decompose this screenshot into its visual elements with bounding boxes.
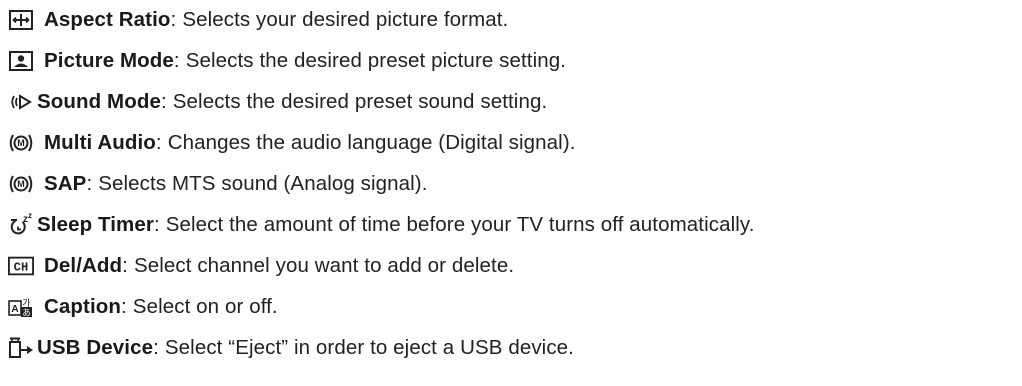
ch-del-add-icon-text: CH — [14, 261, 29, 275]
item-colon: : — [153, 213, 160, 236]
item-colon: : — [160, 90, 167, 113]
item-colon: : — [86, 172, 93, 195]
list-item-multi-audio: M Multi Audio: Changes the audio languag… — [8, 127, 576, 159]
item-label: Picture Mode — [44, 49, 174, 72]
usb-device-icon — [8, 337, 34, 359]
item-description: Selects the desired preset picture setti… — [185, 49, 567, 72]
item-description: Changes the audio language (Digital sign… — [167, 131, 576, 154]
item-description: Selects your desired picture format. — [182, 8, 509, 31]
item-colon: : — [170, 8, 177, 31]
item-colon: : — [122, 254, 128, 277]
list-item-caption: A 가 あ Caption: Select on or off. — [8, 291, 278, 323]
item-label: Sound Mode — [37, 90, 161, 113]
multi-audio-icon-letter: M — [17, 138, 25, 148]
multi-audio-icon: M — [8, 132, 34, 154]
item-description: Selects MTS sound (Analog signal). — [98, 172, 428, 195]
picture-mode-icon — [8, 50, 34, 72]
sap-icon-letter: M — [17, 179, 25, 189]
ch-del-add-icon: CH — [8, 255, 34, 277]
aspect-ratio-icon — [8, 9, 34, 31]
sound-mode-icon — [8, 91, 34, 113]
item-description: Select “Eject” in order to eject a USB d… — [164, 336, 574, 359]
caption-icon: A 가 あ — [8, 296, 34, 318]
item-colon: : — [121, 295, 127, 318]
sap-icon: M — [8, 173, 34, 195]
item-label: SAP — [44, 172, 87, 195]
item-colon: : — [173, 49, 180, 72]
list-item-aspect-ratio: Aspect Ratio: Selects your desired pictu… — [8, 4, 508, 36]
item-label: Caption — [44, 295, 121, 318]
item-label: USB Device — [37, 336, 154, 359]
list-item-del-add: CH Del/Add: Select channel you want to a… — [8, 250, 514, 282]
list-item-sap: M SAP: Selects MTS sound (Analog signal)… — [8, 168, 428, 200]
item-description: Selects the desired preset sound setting… — [172, 90, 548, 113]
item-label: Aspect Ratio — [44, 8, 171, 31]
item-label: Sleep Timer — [37, 213, 154, 236]
item-description: Select on or off. — [132, 295, 278, 318]
sleep-timer-icon-z-small: z — [28, 213, 32, 220]
item-colon: : — [155, 131, 162, 154]
sleep-timer-icon: z z — [8, 213, 34, 236]
item-label: Del/Add — [44, 254, 123, 277]
item-label: Multi Audio — [44, 131, 156, 154]
list-item-sound-mode: Sound Mode: Selects the desired preset s… — [8, 86, 547, 118]
caption-icon-letter-a: A — [11, 304, 18, 315]
item-description: Select channel you want to add or delete… — [133, 254, 515, 277]
list-item-picture-mode: Picture Mode: Selects the desired preset… — [8, 45, 566, 77]
list-item-usb-device: USB Device: Select “Eject” in order to e… — [8, 332, 574, 364]
caption-icon-hiragana: あ — [22, 309, 31, 319]
list-item-sleep-timer: z z Sleep Timer: Select the amount of ti… — [8, 209, 755, 241]
item-colon: : — [153, 336, 159, 359]
item-description: Select the amount of time before your TV… — [165, 213, 755, 236]
